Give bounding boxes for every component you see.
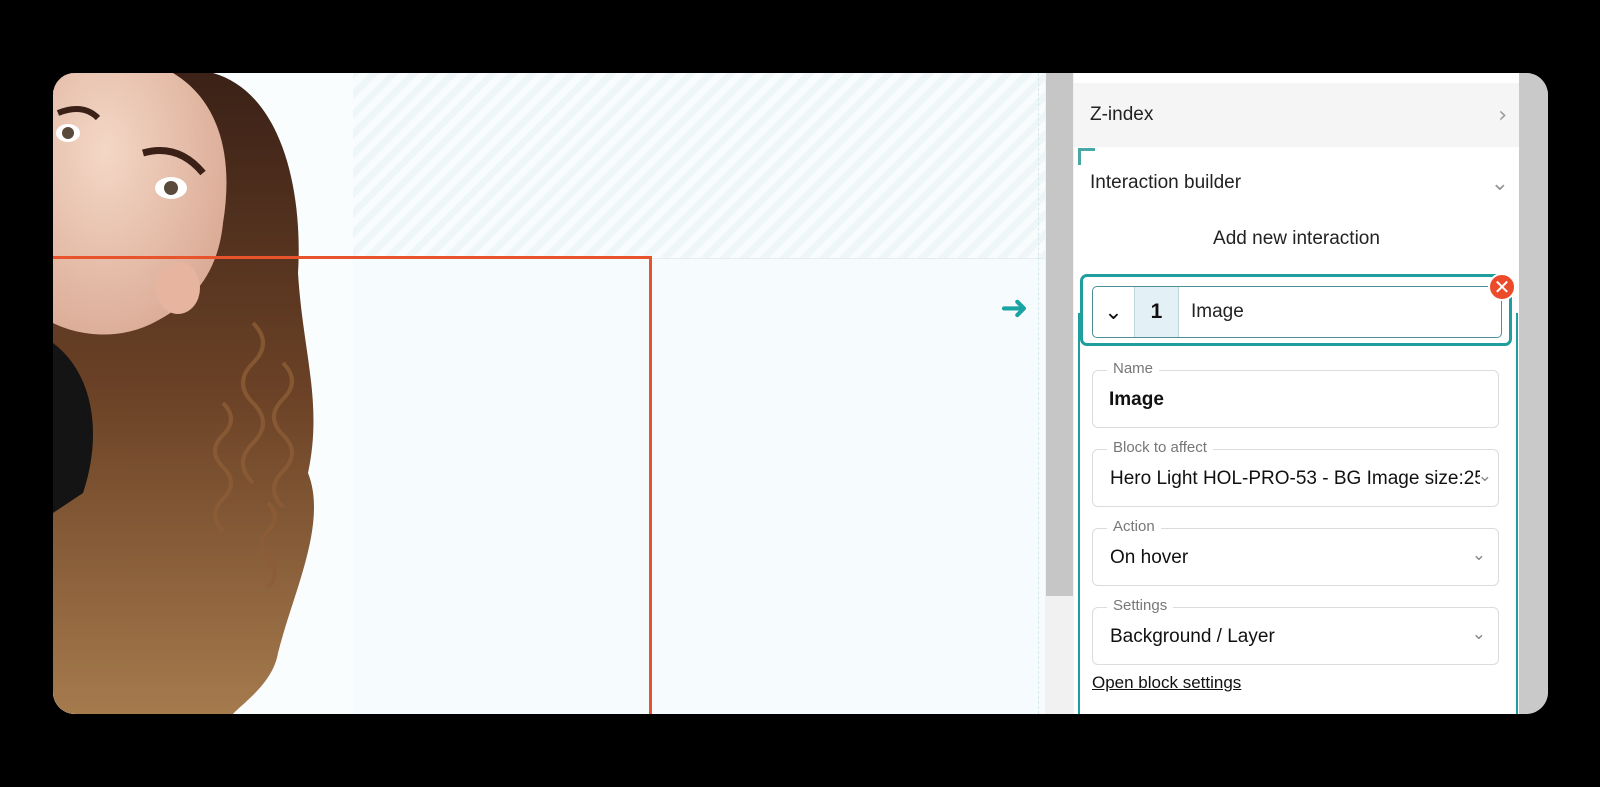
interaction-item-header-highlight: ⌄ 1 Image: [1080, 274, 1512, 346]
action-select[interactable]: Action On hover ⌄: [1092, 518, 1499, 586]
interaction-index: 1: [1135, 287, 1179, 337]
settings-value: Background / Layer: [1110, 626, 1275, 647]
name-field-value[interactable]: Image: [1109, 389, 1464, 411]
scrollbar-thumb[interactable]: [1046, 73, 1073, 596]
block-to-affect-select[interactable]: Block to affect Hero Light HOL-PRO-53 - …: [1092, 439, 1499, 507]
block-to-affect-value: Hero Light HOL-PRO-53 - BG Image size:25…: [1110, 468, 1480, 489]
app-window: ➜ Z-index › Interaction builder ⌄ Add ne…: [53, 73, 1548, 714]
selected-block-outline[interactable]: [53, 256, 652, 714]
chevron-down-icon: ⌄: [1477, 466, 1492, 486]
settings-select[interactable]: Settings Background / Layer ⌄: [1092, 597, 1499, 665]
settings-label: Settings: [1107, 597, 1174, 614]
chevron-down-icon: ⌄: [1471, 545, 1486, 565]
settings-panel: Z-index › Interaction builder ⌄ Add new …: [1074, 73, 1519, 714]
interaction-builder-label: Interaction builder: [1090, 172, 1242, 193]
z-index-label: Z-index: [1090, 104, 1154, 125]
panel-scrollbar-track[interactable]: [1519, 73, 1548, 714]
canvas-scrollbar[interactable]: [1045, 73, 1074, 714]
add-new-interaction-button[interactable]: Add new interaction: [1074, 228, 1519, 250]
name-field-label: Name: [1107, 360, 1160, 377]
chevron-right-icon: ›: [1498, 102, 1507, 128]
block-to-affect-label: Block to affect: [1107, 439, 1213, 456]
name-field[interactable]: Name Image: [1092, 360, 1499, 428]
canvas-guide-line: [1038, 73, 1039, 714]
collapse-chevron-icon[interactable]: ⌄: [1093, 287, 1135, 337]
arrow-right-icon: ➜: [1000, 288, 1029, 328]
open-block-settings-link[interactable]: Open block settings: [1092, 673, 1241, 693]
chevron-down-icon: ⌄: [1490, 170, 1509, 196]
editor-canvas[interactable]: ➜: [53, 73, 1045, 714]
chevron-down-icon: ⌄: [1471, 624, 1486, 644]
interaction-builder-section[interactable]: Interaction builder ⌄: [1074, 158, 1519, 208]
action-label: Action: [1107, 518, 1161, 535]
interaction-title: Image: [1191, 301, 1244, 322]
close-icon[interactable]: ✕: [1488, 273, 1516, 301]
interaction-item-header[interactable]: ⌄ 1 Image: [1092, 286, 1502, 338]
z-index-section[interactable]: Z-index ›: [1074, 83, 1519, 147]
action-value: On hover: [1110, 547, 1189, 568]
